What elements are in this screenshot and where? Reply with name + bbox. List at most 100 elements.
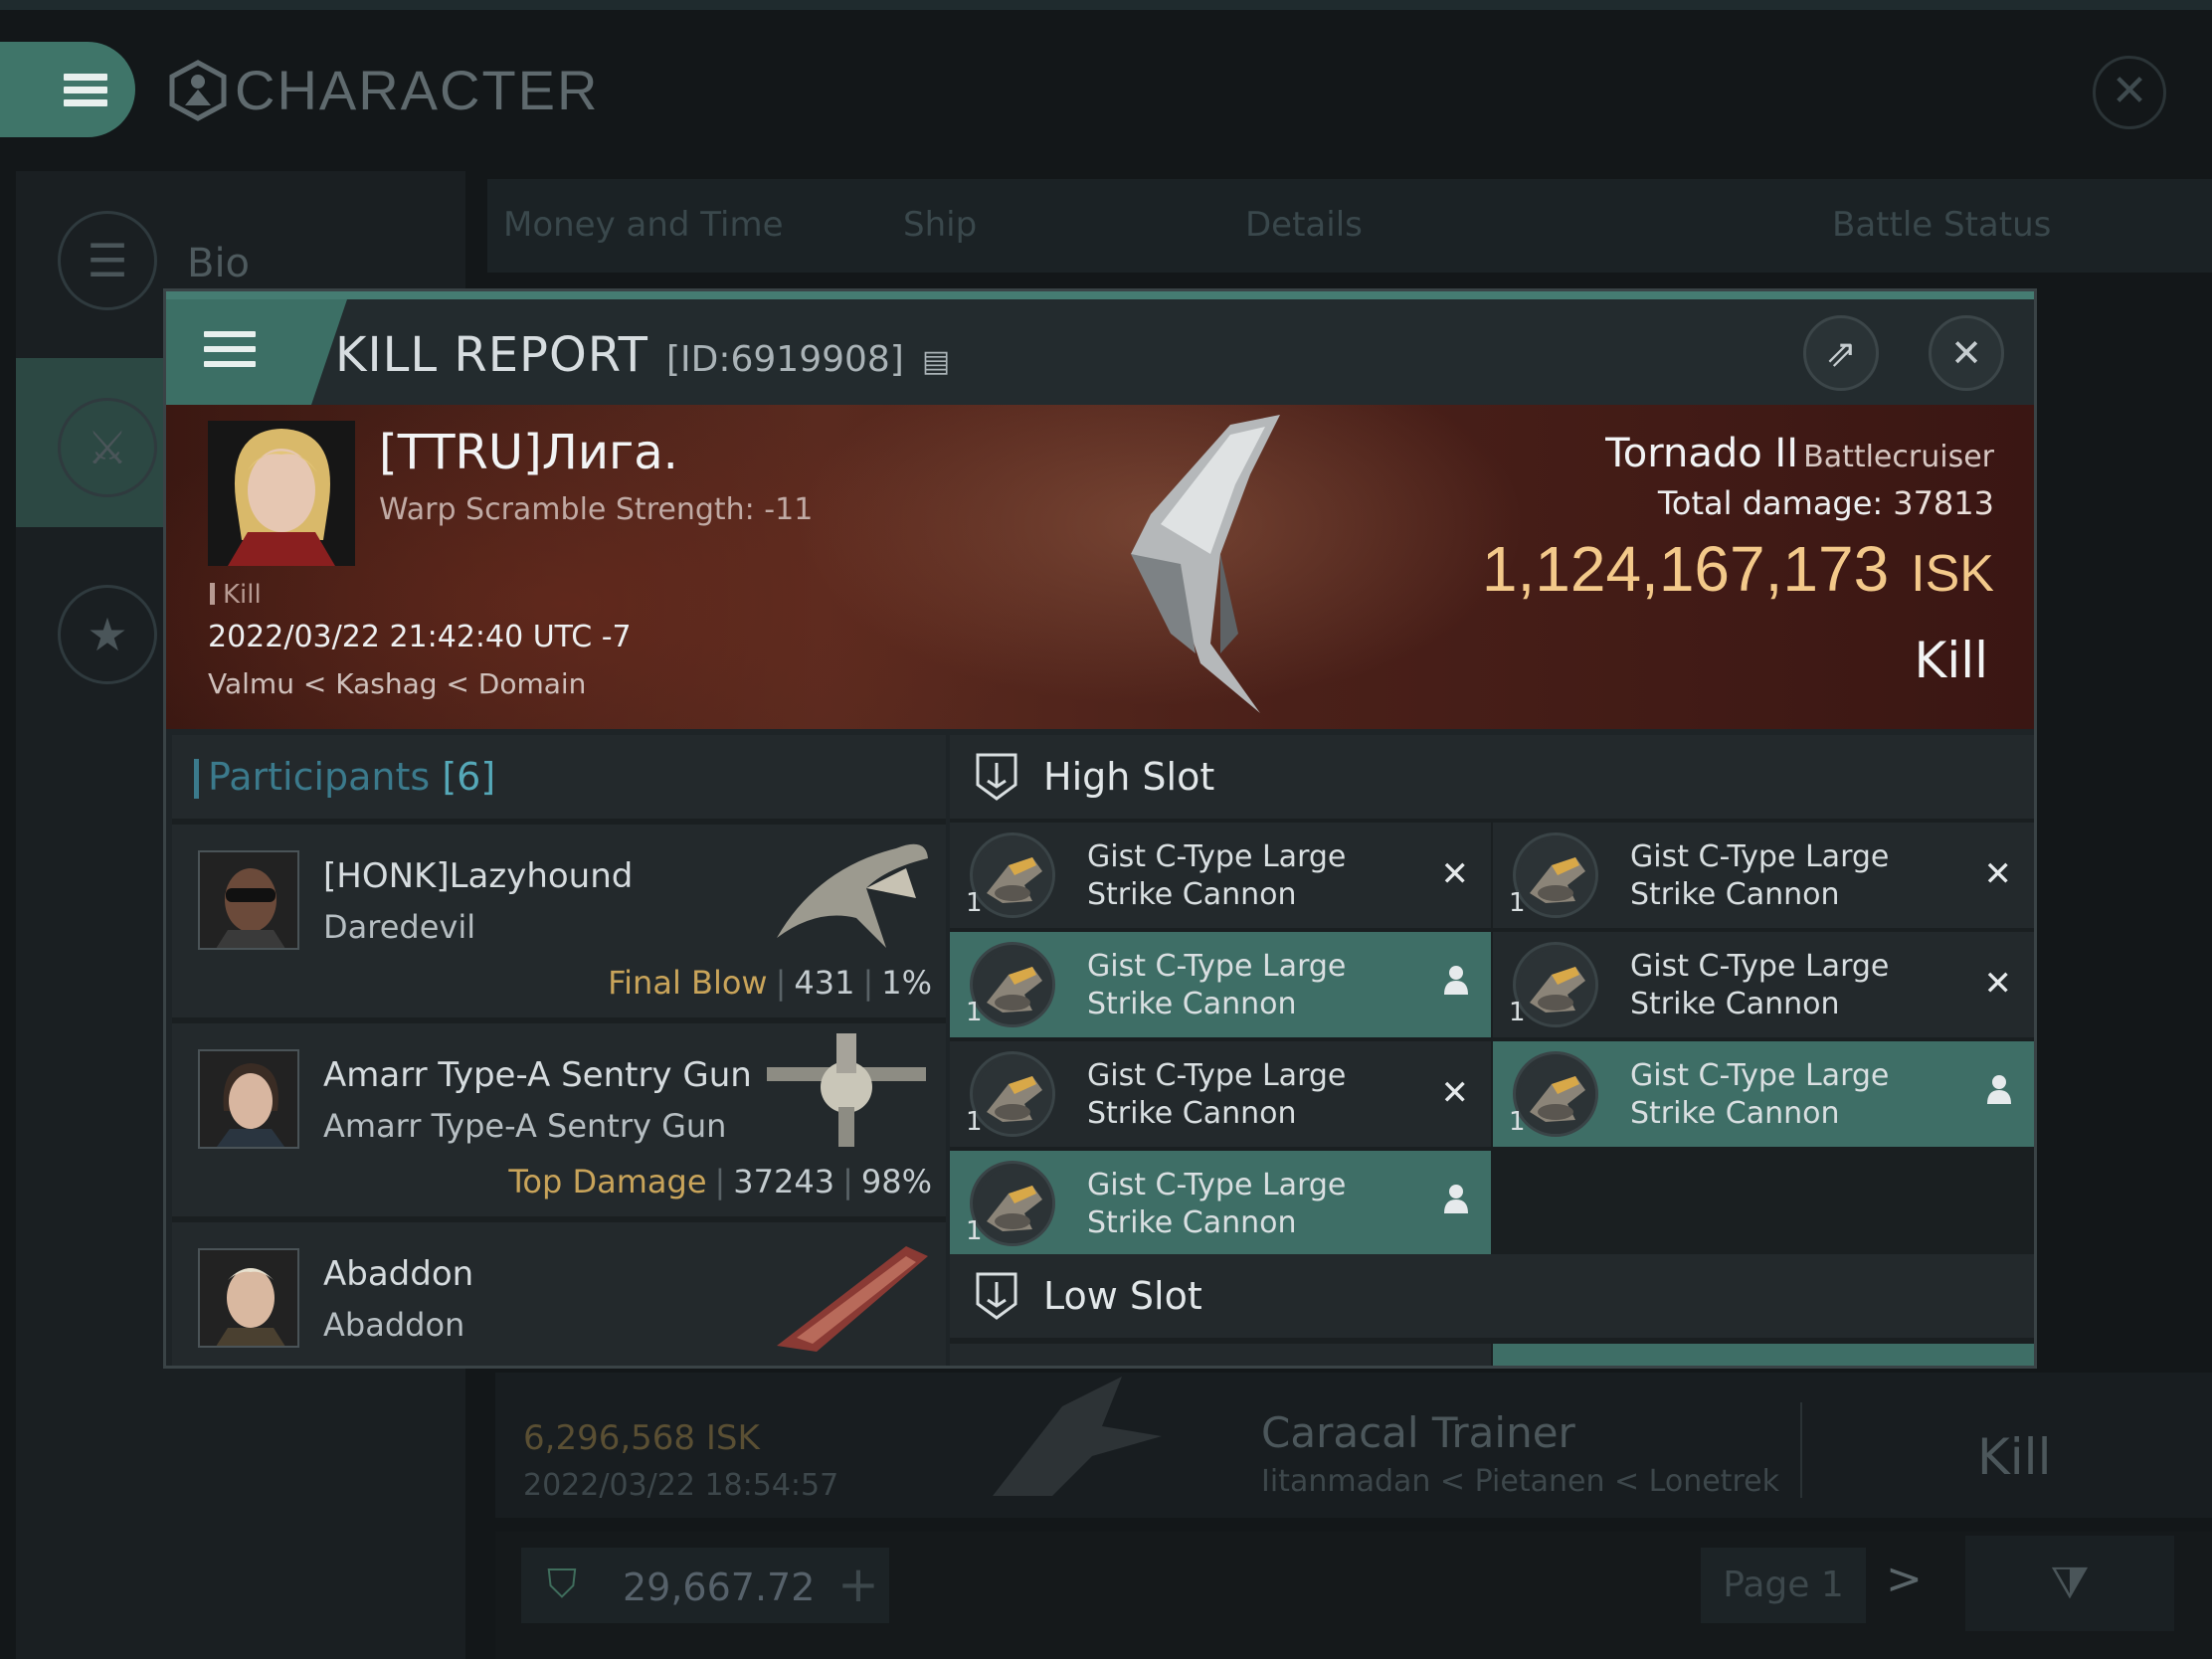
tab-battle-status[interactable]: Battle Status (1832, 205, 2051, 245)
strike-cannon-icon (970, 1161, 1055, 1246)
wallet-balance: ⛉ 29,667.72 + (521, 1548, 889, 1623)
tab-money-and-time[interactable]: Money and Time (503, 205, 784, 245)
victim-avatar-image (208, 421, 355, 566)
strike-cannon-icon (1513, 1051, 1598, 1137)
row-result: Kill (1977, 1428, 2052, 1486)
participant-row[interactable]: Abaddon Abaddon (172, 1222, 946, 1366)
filter-icon: ⧩ (2050, 1558, 2090, 1608)
module-quantity: 1 (966, 1216, 983, 1246)
kill-datetime: 2022/03/22 21:42:40 UTC -7 (208, 620, 632, 654)
window-title: CHARACTER (167, 58, 599, 122)
high-slot-module[interactable]: 1 Gist C-Type Large Strike Cannon (950, 932, 1491, 1037)
module-quantity: 1 (966, 1107, 983, 1137)
combat-log-tabs: Money and Time Ship Details Battle Statu… (487, 179, 2212, 273)
kill-location: Valmu < Kashag < Domain (208, 667, 587, 700)
module-quantity: 1 (966, 888, 983, 918)
main-menu-button[interactable] (0, 42, 135, 137)
participant-avatar (198, 850, 299, 950)
participant-name: [HONK]Lazyhound (323, 856, 634, 896)
high-slot-module[interactable]: 1 Gist C-Type Large Strike Cannon ✕ (1493, 823, 2034, 928)
kill-report-dialog: KILL REPORT [ID:6919908] ▤ ⇗ ✕ [TTRU]Лиг… (163, 288, 2037, 1369)
page-indicator: Page 1 (1701, 1548, 1866, 1623)
menu-icon: ☰ (58, 211, 157, 310)
ship-name[interactable]: Tornado II (1605, 431, 1798, 476)
row-location: Iitanmadan < Pietanen < Lonetrek (1261, 1464, 1779, 1499)
participant-ship: Daredevil (323, 908, 476, 946)
high-slot-module[interactable]: 1 Gist C-Type Large Strike Cannon ✕ (950, 823, 1491, 928)
high-slot-header: High Slot (950, 735, 2034, 819)
window-close-button[interactable]: ✕ (2093, 56, 2166, 129)
high-slot-label: High Slot (1043, 755, 1215, 799)
share-button[interactable]: ⇗ (1803, 315, 1879, 391)
participants-label: Participants [6] (193, 755, 496, 799)
copy-icon[interactable]: ▤ (922, 344, 950, 379)
module-name: Gist C-Type Large Strike Cannon (1087, 949, 1347, 1021)
row-divider (1800, 1402, 1802, 1498)
dialog-title-text: KILL REPORT (335, 327, 648, 383)
module-name: Gist C-Type Large Strike Cannon (1630, 839, 1890, 912)
abaddon-ship-image (777, 1246, 928, 1352)
dialog-menu-button[interactable] (166, 299, 347, 405)
high-slot-module[interactable]: 1 Gist C-Type Large Strike Cannon (950, 1151, 1491, 1256)
dialog-header: KILL REPORT [ID:6919908] ▤ ⇗ ✕ (166, 291, 2034, 405)
sentry-gun-image (767, 1033, 926, 1147)
dropped-person-icon (1443, 1183, 1469, 1222)
strike-cannon-icon (1513, 942, 1598, 1027)
hamburger-icon (64, 74, 107, 107)
kill-report-id: [ID:6919908] (665, 339, 904, 380)
star-badge-icon: ★ (58, 585, 157, 684)
low-slot-module[interactable] (950, 1344, 1491, 1366)
strike-cannon-icon (970, 832, 1055, 918)
participant-row[interactable]: Amarr Type-A Sentry Gun Amarr Type-A Sen… (172, 1023, 946, 1218)
strike-cannon-icon (970, 1051, 1055, 1137)
participants-panel: Participants [6] [HONK]Lazyhound Daredev… (172, 735, 946, 1366)
destroyed-x-icon: ✕ (1440, 1073, 1470, 1113)
kill-log-row[interactable]: 6,296,568 ISK 2022/03/22 18:54:57 Caraca… (495, 1373, 2212, 1518)
module-quantity: 1 (1509, 888, 1526, 918)
high-slot-module[interactable]: 1 Gist C-Type Large Strike Cannon ✕ (1493, 932, 2034, 1037)
participant-stats: Final Blow | 431 | 1% (608, 964, 932, 1002)
wallet-icon: ⛉ (547, 1562, 577, 1607)
hamburger-icon (204, 331, 256, 376)
kill-result: Kill (1914, 632, 1988, 689)
participant-row[interactable]: [HONK]Lazyhound Daredevil Final Blow | 431… (172, 825, 946, 1019)
close-icon: ✕ (1950, 331, 1982, 375)
dropped-person-icon (1443, 964, 1469, 1004)
module-name: Gist C-Type Large Strike Cannon (1087, 1168, 1347, 1240)
module-name: Gist C-Type Large Strike Cannon (1630, 1058, 1890, 1131)
low-slot-icon (976, 1272, 1017, 1320)
participant-stats: Top Damage | 37243 | 98% (508, 1163, 932, 1200)
participant-name: Amarr Type-A Sentry Gun (323, 1055, 752, 1095)
filter-button[interactable]: ⧩ (1965, 1536, 2174, 1631)
high-slot-module[interactable]: 1 Gist C-Type Large Strike Cannon ✕ (950, 1041, 1491, 1147)
character-emblem-icon (169, 59, 227, 121)
victim-name[interactable]: [TTRU]Лига. (379, 425, 678, 480)
tab-details[interactable]: Details (1245, 205, 1363, 245)
top-edge (0, 0, 2212, 10)
crossed-swords-icon: ⚔ (58, 398, 157, 497)
low-slot-module[interactable] (1493, 1344, 2034, 1366)
window-title-text: CHARACTER (235, 59, 600, 121)
participants-header: Participants [6] (172, 735, 946, 819)
tab-ship[interactable]: Ship (903, 205, 977, 245)
participant-ship: Amarr Type-A Sentry Gun (323, 1107, 727, 1145)
total-damage: Total damage: 37813 (1657, 484, 1994, 522)
add-funds-button[interactable]: + (837, 1556, 879, 1613)
victim-portrait[interactable] (208, 421, 355, 566)
tornado-ship-image (1131, 415, 1280, 713)
module-name: Gist C-Type Large Strike Cannon (1087, 839, 1347, 912)
next-page-icon[interactable]: > (1886, 1554, 1923, 1604)
module-name: Gist C-Type Large Strike Cannon (1087, 1058, 1347, 1131)
participant-name: Abaddon (323, 1254, 474, 1294)
high-slot-module[interactable]: 1 Gist C-Type Large Strike Cannon (1493, 1041, 2034, 1147)
dropped-person-icon (1986, 1073, 2012, 1113)
strike-cannon-icon (970, 942, 1055, 1027)
dialog-title: KILL REPORT [ID:6919908] ▤ (335, 327, 950, 383)
fitting-panel: High Slot 1 Gist C-Type Large Strike Canno… (950, 735, 2034, 1366)
module-quantity: 1 (1509, 998, 1526, 1027)
caracal-ship-image (993, 1377, 1162, 1496)
module-name: Gist C-Type Large Strike Cannon (1630, 949, 1890, 1021)
dialog-close-button[interactable]: ✕ (1929, 315, 2004, 391)
module-quantity: 1 (966, 998, 983, 1027)
wallet-amount: 29,667.72 (623, 1566, 816, 1609)
